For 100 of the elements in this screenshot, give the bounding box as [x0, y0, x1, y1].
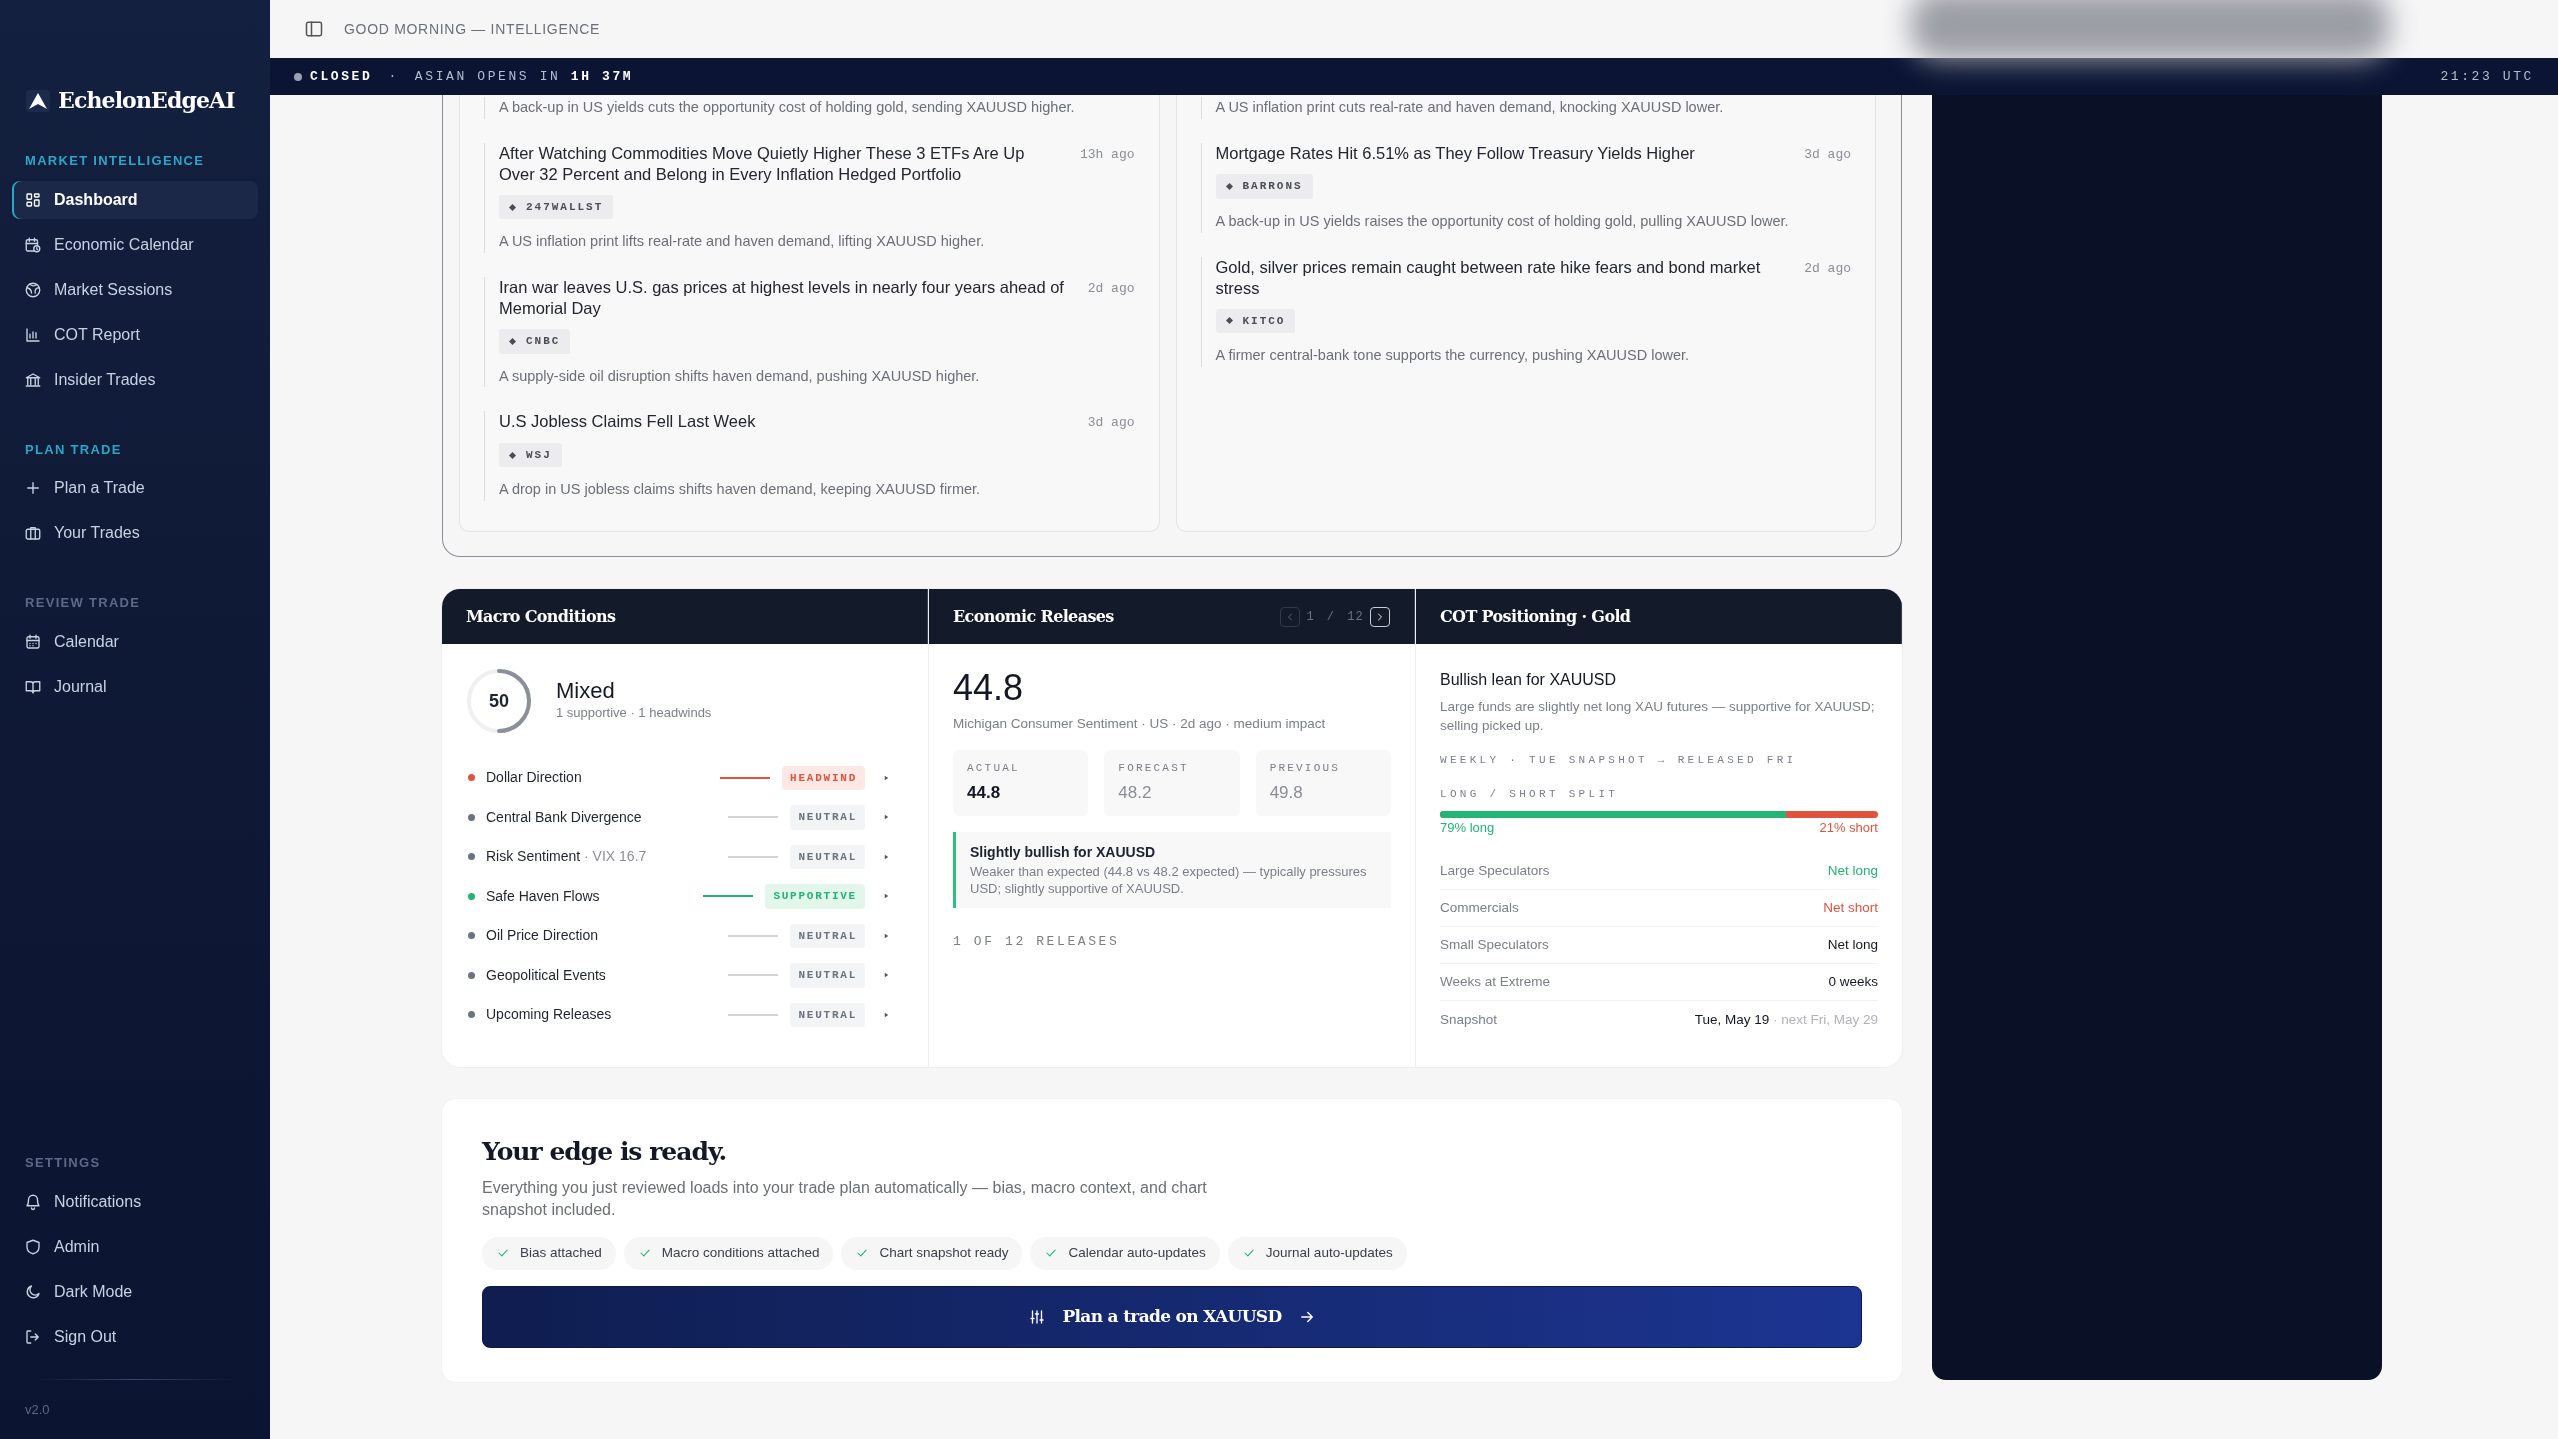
feature-chip: Journal auto-updates: [1227, 1237, 1407, 1270]
news-time: 3d ago: [1804, 145, 1851, 164]
page-separator: /: [1326, 608, 1336, 626]
stat-value: 44.8: [967, 782, 1002, 805]
diamond-icon: [509, 451, 516, 459]
stat-value: 48.2: [1118, 782, 1153, 805]
caret-icon: [883, 1010, 890, 1019]
nav-item[interactable]: COT Report: [12, 315, 258, 354]
factor-label: Central Bank Divergence: [486, 807, 643, 827]
nav-item[interactable]: Notifications: [12, 1182, 258, 1221]
factor-label: Safe Haven Flows: [486, 886, 601, 906]
news-summary: A supply-side oil disruption shifts haven demand, pushing XAUUSD higher.: [499, 366, 981, 386]
trend-line: [728, 934, 779, 937]
trend-line: [728, 974, 779, 977]
market-state: CLOSED: [310, 67, 373, 86]
plus-icon: [24, 479, 42, 497]
nav-item[interactable]: Admin: [12, 1227, 258, 1266]
news-summary: A back-up in US yields cuts the opportunity cost of holding gold, sending XAUUSD higher.: [499, 98, 1076, 117]
bell-icon: [24, 1192, 42, 1211]
row-value: Net short: [1823, 899, 1878, 918]
plan-trade-button[interactable]: Plan a trade on XAUUSD: [482, 1285, 1862, 1348]
signal-label: NEUTRAL: [790, 1002, 865, 1027]
countdown-text: ASIAN OPENS IN 1H 37M: [414, 67, 634, 86]
calendar-clock-icon: [24, 235, 42, 254]
nav-item[interactable]: Calendar: [12, 622, 258, 661]
row-value: 0 weeks: [1828, 973, 1878, 992]
news-summary: A US inflation print lifts real-rate and haven demand, lifting XAUUSD higher.: [499, 232, 986, 252]
caret-icon: [883, 971, 890, 980]
briefcase-icon: [24, 524, 42, 542]
feature-chip: Macro conditions attached: [623, 1237, 834, 1270]
diamond-icon: [1225, 317, 1233, 325]
news-headline[interactable]: After Watching Commodities Move Quietly Higher These 3 ETFs Are Up Over 32 Percent and Belong in Every Inflation Hedged Portfolio: [499, 142, 1064, 185]
clock: 21:23 UTC: [2440, 67, 2534, 86]
page-total: 12: [1347, 608, 1364, 626]
release-meta: Michigan Consumer Sentiment · US · 2d ago · medium impact: [953, 714, 1327, 733]
factor-label: Upcoming Releases: [486, 1005, 613, 1025]
nav-item[interactable]: Market Sessions: [12, 270, 258, 309]
nav-item[interactable]: Dashboard: [12, 180, 258, 219]
source-tag: CNBC: [499, 329, 571, 354]
source-tag: WSJ: [499, 442, 562, 468]
section-title: MARKET INTELLIGENCE: [24, 152, 206, 170]
stat-value: 49.8: [1269, 782, 1304, 805]
brand-name: EchelonEdgeAI: [58, 86, 235, 115]
trend-line: [720, 776, 771, 779]
source-tag: BARRONS: [1215, 174, 1313, 199]
long-share: 79% long: [1440, 818, 1495, 837]
diamond-icon: [509, 203, 516, 211]
verdict-title: Slightly bullish for XAUUSD: [970, 842, 1157, 862]
stat-label: PREVIOUS: [1269, 760, 1342, 776]
gauge-value: 50: [489, 689, 509, 713]
edge-text: Everything you just reviewed loads into your trade plan automatically — bias, macro context, and chart snapshot included.: [482, 1177, 1208, 1220]
row-value: Net long: [1827, 936, 1878, 955]
row-label: Small Speculators: [1440, 936, 1549, 955]
factor-label: Geopolitical Events: [486, 965, 607, 985]
edge-title: Your edge is ready.: [482, 1136, 728, 1168]
page-number: 1: [1306, 608, 1315, 626]
news-headline[interactable]: Gold, silver prices remain caught between rate hike fears and bond market stress: [1215, 256, 1789, 299]
logo-icon: [26, 89, 50, 112]
nav-item[interactable]: Plan a Trade: [12, 469, 258, 507]
feature-chip: Calendar auto-updates: [1030, 1237, 1220, 1270]
trend-line: [728, 816, 779, 819]
news-summary: A back-up in US yields raises the opportunity cost of holding gold, pulling XAUUSD lower.: [1215, 211, 1790, 231]
factor-label: Dollar Direction: [486, 768, 583, 788]
release-count: 1 OF 12 RELEASES: [953, 932, 1121, 951]
caret-icon: [883, 852, 890, 861]
signal-label: NEUTRAL: [790, 923, 865, 948]
sign-out-icon: [24, 1327, 42, 1346]
row-label: Weeks at Extreme: [1440, 973, 1551, 992]
nav-item[interactable]: Dark Mode: [12, 1272, 258, 1311]
globe-icon: [24, 280, 42, 299]
bar-chart-icon: [24, 325, 42, 344]
news-headline[interactable]: Iran war leaves U.S. gas prices at highest levels in nearly four years ahead of Memorial Day: [499, 277, 1072, 319]
diamond-icon: [1225, 183, 1233, 190]
section-title: REVIEW TRADE: [24, 594, 142, 612]
diamond-icon: [509, 337, 516, 345]
nav-item[interactable]: Insider Trades: [12, 360, 258, 399]
split-label: LONG / SHORT SPLIT: [1440, 787, 1620, 803]
nav-item[interactable]: Your Trades: [12, 514, 258, 552]
news-headline[interactable]: U.S Jobless Claims Fell Last Week: [499, 411, 756, 433]
row-label: Snapshot: [1440, 1010, 1498, 1029]
news-headline[interactable]: Mortgage Rates Hit 6.51% as They Follow Treasury Yields Higher: [1215, 142, 1695, 165]
panel-title: Economic Releases: [953, 605, 1114, 628]
factor-label: Risk Sentiment · VIX 16.7: [486, 847, 648, 867]
row-label: Commercials: [1440, 899, 1519, 918]
verdict-text: Weaker than expected (44.8 vs 48.2 expected) — typically pressures USD; slightly supportive of XAUUSD.: [970, 862, 1368, 898]
news-summary: A US inflation print cuts real-rate and haven demand, knocking XAUUSD lower.: [1215, 98, 1725, 117]
next-button[interactable]: [1370, 606, 1390, 627]
conditions-verdict: Mixed: [556, 679, 616, 704]
nav-item[interactable]: Journal: [12, 667, 258, 706]
stat-label: FORECAST: [1118, 760, 1190, 776]
section-title: SETTINGS: [24, 1154, 102, 1172]
news-time: 2d ago: [1087, 280, 1135, 298]
trend-line: [728, 855, 779, 858]
nav-item[interactable]: Sign Out: [12, 1317, 258, 1356]
release-value: 44.8: [953, 668, 1025, 708]
signal-label: NEUTRAL: [790, 805, 865, 830]
row-label: Large Speculators: [1440, 862, 1550, 881]
signal-label: NEUTRAL: [790, 844, 865, 869]
status-dot: [294, 72, 302, 81]
nav-item[interactable]: Economic Calendar: [12, 225, 258, 264]
